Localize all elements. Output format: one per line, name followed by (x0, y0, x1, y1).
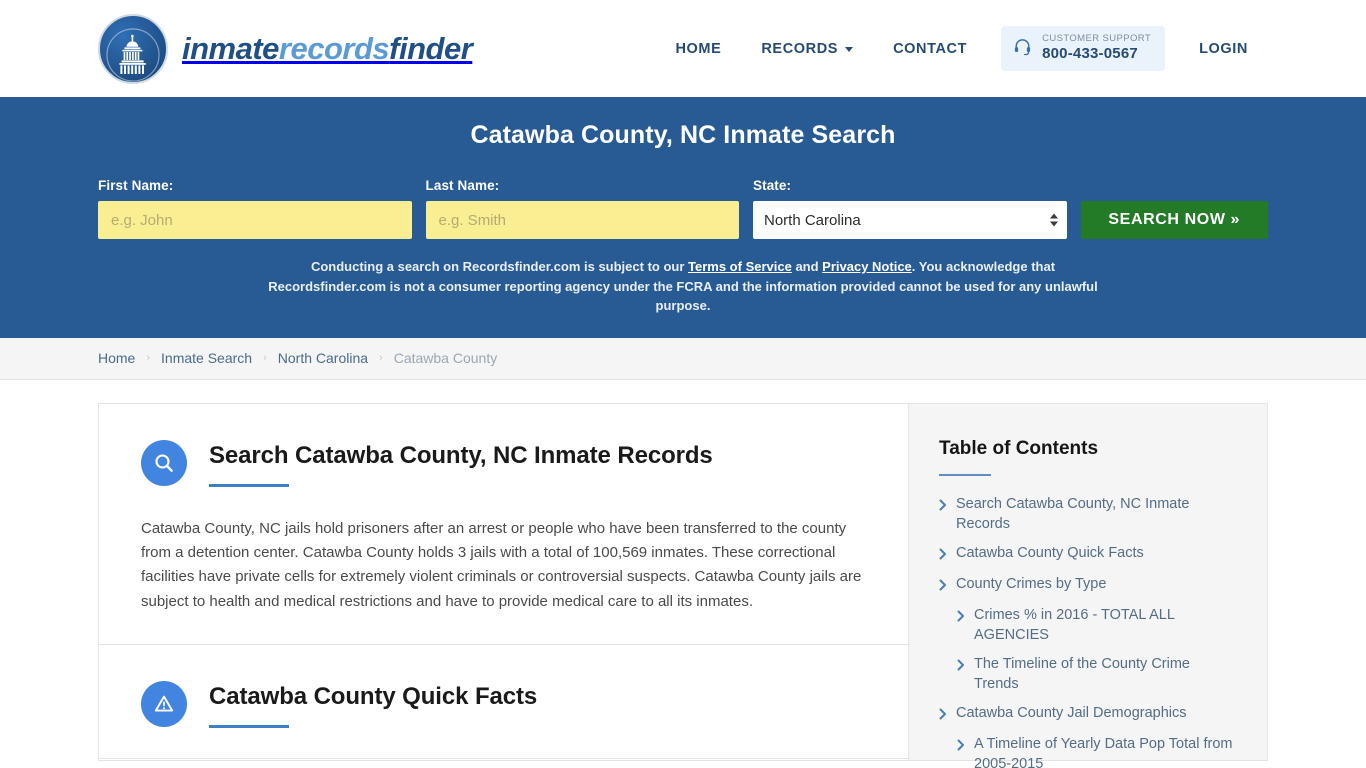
support-label: CUSTOMER SUPPORT (1042, 33, 1152, 45)
state-label: State: (753, 178, 792, 193)
section-header: Catawba County Quick Facts (141, 679, 866, 729)
privacy-notice-link[interactable]: Privacy Notice (822, 259, 912, 274)
last-name-field-group: Last Name: (425, 178, 739, 239)
section-header: Search Catawba County, NC Inmate Records (141, 438, 866, 487)
nav-contact-label: CONTACT (893, 40, 968, 57)
breadcrumb-item-inmate-search[interactable]: Inmate Search (161, 350, 252, 366)
toc-link[interactable]: A Timeline of Yearly Data Pop Total from… (974, 734, 1237, 768)
toc-underline (939, 473, 991, 476)
state-field-group: State: North Carolina (753, 178, 1067, 239)
chevron-right-icon (939, 578, 947, 596)
section-title-wrapper: Catawba County Quick Facts (209, 679, 538, 729)
magnifier-icon (141, 439, 187, 486)
disclaimer-pre: Conducting a search on Recordsfinder.com… (310, 259, 689, 274)
logo-text-finder: finder (389, 30, 473, 66)
toc-link[interactable]: County Crimes by Type (956, 574, 1106, 594)
list-item[interactable]: Crimes % in 2016 - TOTAL ALL AGENCIES (939, 605, 1237, 645)
breadcrumb-separator-icon: › (146, 351, 151, 364)
breadcrumb: Home › Inmate Search › North Carolina › … (0, 337, 1366, 380)
breadcrumb-separator-icon: › (263, 351, 267, 364)
section-title-wrapper: Search Catawba County, NC Inmate Records (209, 438, 713, 487)
list-item[interactable]: Catawba County Quick Facts (939, 543, 1237, 565)
nav-login-label: LOGIN (1199, 40, 1248, 57)
toc-title: Table of Contents (939, 437, 1099, 459)
breadcrumb-separator-icon: › (379, 351, 383, 364)
last-name-input[interactable] (425, 201, 739, 239)
list-item[interactable]: The Timeline of the County Crime Trends (939, 654, 1237, 694)
main-content-card: Search Catawba County, NC Inmate Records… (98, 402, 908, 761)
section-quick-facts: Catawba County Quick Facts (99, 645, 908, 760)
table-of-contents-sidebar: Table of Contents Search Catawba County,… (908, 402, 1268, 768)
search-now-button[interactable]: SEARCH NOW » (1080, 201, 1268, 239)
first-name-field-group: First Name: (98, 178, 412, 239)
site-header: inmaterecordsfinder HOME RECORDS CONTACT (0, 0, 1366, 97)
page-content: Search Catawba County, NC Inmate Records… (0, 380, 1366, 768)
terms-of-service-link[interactable]: Terms of Service (688, 259, 792, 274)
main-navigation: HOME RECORDS CONTACT CUSTOMER SUPPORT 80… (655, 26, 1268, 71)
toc-link[interactable]: Search Catawba County, NC Inmate Records (956, 494, 1237, 534)
nav-home[interactable]: HOME (655, 41, 741, 57)
warning-triangle-icon (141, 681, 187, 728)
page-title: Search Catawba County, NC Inmate Records (209, 441, 713, 469)
first-name-label: First Name: (98, 178, 174, 193)
first-name-input[interactable] (98, 201, 412, 239)
list-item[interactable]: County Crimes by Type (939, 574, 1237, 596)
state-select-wrapper: North Carolina (753, 201, 1067, 239)
nav-contact[interactable]: CONTACT (873, 41, 987, 57)
breadcrumb-item-home[interactable]: Home (98, 350, 135, 366)
chevron-right-icon (939, 707, 947, 725)
hero-title: Catawba County, NC Inmate Search (470, 121, 896, 149)
list-item[interactable]: A Timeline of Yearly Data Pop Total from… (939, 734, 1237, 768)
list-item[interactable]: Catawba County Jail Demographics (939, 703, 1237, 725)
last-name-label: Last Name: (425, 178, 500, 193)
customer-support-box[interactable]: CUSTOMER SUPPORT 800-433-0567 (1001, 26, 1166, 71)
title-underline (209, 725, 289, 729)
breadcrumb-item-catawba-county: Catawba County (393, 350, 498, 366)
support-text-block: CUSTOMER SUPPORT 800-433-0567 (1042, 33, 1152, 62)
inmate-search-form: First Name: Last Name: State: North Caro… (98, 178, 1268, 239)
toc-link[interactable]: The Timeline of the County Crime Trends (974, 654, 1237, 694)
title-underline (209, 483, 289, 487)
chevron-right-icon (939, 498, 947, 516)
toc-link[interactable]: Catawba County Jail Demographics (956, 703, 1187, 723)
section-body-text: Catawba County, NC jails hold prisoners … (141, 519, 862, 610)
chevron-right-icon (957, 738, 965, 756)
list-item[interactable]: Search Catawba County, NC Inmate Records (939, 494, 1237, 534)
nav-login[interactable]: LOGIN (1179, 41, 1268, 57)
chevron-down-icon (845, 47, 854, 52)
nav-records-label: RECORDS (761, 40, 839, 57)
nav-home-label: HOME (675, 40, 722, 57)
site-logo[interactable]: inmaterecordsfinder (98, 13, 473, 84)
support-phone-number: 800-433-0567 (1042, 44, 1138, 62)
nav-records[interactable]: RECORDS (741, 41, 873, 57)
headset-icon (1013, 37, 1032, 61)
breadcrumb-item-north-carolina[interactable]: North Carolina (278, 350, 368, 366)
toc-link[interactable]: Crimes % in 2016 - TOTAL ALL AGENCIES (974, 605, 1237, 645)
inmate-search-hero: Catawba County, NC Inmate Search First N… (0, 97, 1366, 338)
chevron-right-icon (957, 658, 965, 676)
logo-text-records: records (278, 30, 390, 66)
chevron-right-icon (957, 609, 965, 627)
logo-text-inmate: inmate (182, 30, 279, 66)
capitol-dome-icon (98, 13, 168, 84)
quick-facts-title: Catawba County Quick Facts (209, 683, 538, 711)
search-disclaimer: Conducting a search on Recordsfinder.com… (263, 257, 1103, 316)
disclaimer-mid: and (791, 259, 823, 274)
state-select[interactable]: North Carolina (753, 201, 1067, 239)
chevron-right-icon (939, 547, 947, 565)
toc-link[interactable]: Catawba County Quick Facts (956, 543, 1144, 563)
toc-list: Search Catawba County, NC Inmate Records… (939, 494, 1237, 768)
section-search-records: Search Catawba County, NC Inmate Records… (99, 404, 908, 646)
logo-wordmark: inmaterecordsfinder (182, 30, 473, 67)
